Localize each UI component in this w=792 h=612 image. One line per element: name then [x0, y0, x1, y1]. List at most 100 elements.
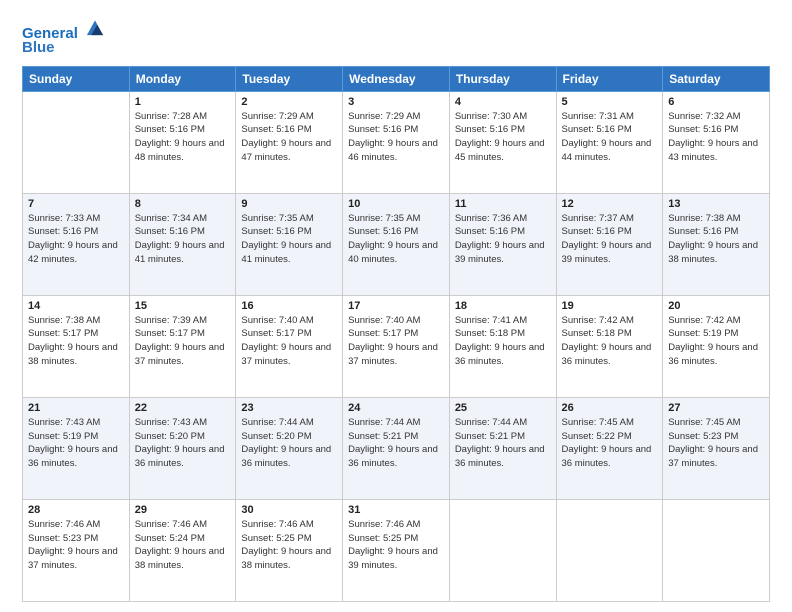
calendar-cell: 21Sunrise: 7:43 AMSunset: 5:19 PMDayligh…	[23, 397, 130, 499]
cell-info: Sunrise: 7:46 AMSunset: 5:24 PMDaylight:…	[135, 518, 231, 573]
day-header-saturday: Saturday	[663, 66, 770, 91]
cell-date: 10	[348, 198, 444, 210]
cell-date: 15	[135, 300, 231, 312]
calendar-cell: 13Sunrise: 7:38 AMSunset: 5:16 PMDayligh…	[663, 193, 770, 295]
cell-info: Sunrise: 7:42 AMSunset: 5:18 PMDaylight:…	[562, 314, 658, 369]
calendar-cell	[556, 499, 663, 601]
cell-date: 4	[455, 96, 551, 108]
header: General Blue	[22, 18, 770, 56]
cell-date: 2	[241, 96, 337, 108]
calendar-cell: 29 Sunrise: 7:46 AMSunset: 5:24 PMDayligh…	[129, 499, 236, 601]
cell-date: 12	[562, 198, 658, 210]
week-row-0: 1 Sunrise: 7:28 AMSunset: 5:16 PMDaylight…	[23, 91, 770, 193]
calendar-cell: 18 Sunrise: 7:41 AMSunset: 5:18 PMDayligh…	[449, 295, 556, 397]
calendar-cell: 20 Sunrise: 7:42 AMSunset: 5:19 PMDayligh…	[663, 295, 770, 397]
cell-date: 5	[562, 96, 658, 108]
cell-info: Sunrise: 7:29 AMSunset: 5:16 PMDaylight:…	[241, 110, 337, 165]
calendar-cell: 27 Sunrise: 7:45 AMSunset: 5:23 PMDayligh…	[663, 397, 770, 499]
week-row-3: 21Sunrise: 7:43 AMSunset: 5:19 PMDayligh…	[23, 397, 770, 499]
calendar-cell: 22 Sunrise: 7:43 AMSunset: 5:20 PMDayligh…	[129, 397, 236, 499]
calendar-cell: 9Sunrise: 7:35 AMSunset: 5:16 PMDaylight…	[236, 193, 343, 295]
cell-info: Sunrise: 7:29 AMSunset: 5:16 PMDaylight:…	[348, 110, 444, 165]
calendar-cell: 8 Sunrise: 7:34 AMSunset: 5:16 PMDaylight…	[129, 193, 236, 295]
calendar-cell: 2 Sunrise: 7:29 AMSunset: 5:16 PMDaylight…	[236, 91, 343, 193]
page: General Blue SundayMondayTuesdayWednesda…	[0, 0, 792, 612]
calendar-cell	[663, 499, 770, 601]
day-header-friday: Friday	[556, 66, 663, 91]
calendar-cell	[449, 499, 556, 601]
cell-date: 24	[348, 402, 444, 414]
calendar-cell: 11 Sunrise: 7:36 AMSunset: 5:16 PMDayligh…	[449, 193, 556, 295]
calendar-cell: 5 Sunrise: 7:31 AMSunset: 5:16 PMDaylight…	[556, 91, 663, 193]
cell-info: Sunrise: 7:44 AMSunset: 5:21 PMDaylight:…	[455, 416, 551, 471]
cell-date: 27	[668, 402, 764, 414]
cell-date: 7	[28, 198, 124, 210]
cell-date: 25	[455, 402, 551, 414]
cell-info: Sunrise: 7:44 AMSunset: 5:20 PMDaylight:…	[241, 416, 337, 471]
cell-info: Sunrise: 7:30 AMSunset: 5:16 PMDaylight:…	[455, 110, 551, 165]
cell-date: 26	[562, 402, 658, 414]
cell-date: 28	[28, 504, 124, 516]
cell-date: 13	[668, 198, 764, 210]
calendar-cell: 23 Sunrise: 7:44 AMSunset: 5:20 PMDayligh…	[236, 397, 343, 499]
day-header-sunday: Sunday	[23, 66, 130, 91]
cell-info: Sunrise: 7:32 AMSunset: 5:16 PMDaylight:…	[668, 110, 764, 165]
cell-date: 20	[668, 300, 764, 312]
cell-info: Sunrise: 7:39 AMSunset: 5:17 PMDaylight:…	[135, 314, 231, 369]
calendar-header-row: SundayMondayTuesdayWednesdayThursdayFrid…	[23, 66, 770, 91]
calendar-cell: 14Sunrise: 7:38 AMSunset: 5:17 PMDayligh…	[23, 295, 130, 397]
cell-date: 16	[241, 300, 337, 312]
calendar-cell: 15 Sunrise: 7:39 AMSunset: 5:17 PMDayligh…	[129, 295, 236, 397]
calendar-cell: 26 Sunrise: 7:45 AMSunset: 5:22 PMDayligh…	[556, 397, 663, 499]
cell-info: Sunrise: 7:31 AMSunset: 5:16 PMDaylight:…	[562, 110, 658, 165]
logo-icon	[84, 16, 106, 38]
cell-date: 23	[241, 402, 337, 414]
cell-date: 29	[135, 504, 231, 516]
cell-date: 3	[348, 96, 444, 108]
cell-info: Sunrise: 7:36 AMSunset: 5:16 PMDaylight:…	[455, 212, 551, 267]
cell-date: 8	[135, 198, 231, 210]
cell-info: Sunrise: 7:34 AMSunset: 5:16 PMDaylight:…	[135, 212, 231, 267]
cell-date: 18	[455, 300, 551, 312]
cell-date: 22	[135, 402, 231, 414]
cell-info: Sunrise: 7:46 AMSunset: 5:23 PMDaylight:…	[28, 518, 124, 573]
calendar-cell: 17Sunrise: 7:40 AMSunset: 5:17 PMDayligh…	[343, 295, 450, 397]
cell-info: Sunrise: 7:45 AMSunset: 5:22 PMDaylight:…	[562, 416, 658, 471]
calendar-cell: 19 Sunrise: 7:42 AMSunset: 5:18 PMDayligh…	[556, 295, 663, 397]
calendar-cell	[23, 91, 130, 193]
week-row-1: 7 Sunrise: 7:33 AMSunset: 5:16 PMDaylight…	[23, 193, 770, 295]
cell-info: Sunrise: 7:43 AMSunset: 5:20 PMDaylight:…	[135, 416, 231, 471]
cell-date: 1	[135, 96, 231, 108]
cell-info: Sunrise: 7:33 AMSunset: 5:16 PMDaylight:…	[28, 212, 124, 267]
calendar-cell: 25 Sunrise: 7:44 AMSunset: 5:21 PMDayligh…	[449, 397, 556, 499]
day-header-wednesday: Wednesday	[343, 66, 450, 91]
week-row-2: 14Sunrise: 7:38 AMSunset: 5:17 PMDayligh…	[23, 295, 770, 397]
cell-info: Sunrise: 7:41 AMSunset: 5:18 PMDaylight:…	[455, 314, 551, 369]
day-header-monday: Monday	[129, 66, 236, 91]
logo: General Blue	[22, 18, 106, 56]
calendar-cell: 10 Sunrise: 7:35 AMSunset: 5:16 PMDayligh…	[343, 193, 450, 295]
calendar-cell: 6Sunrise: 7:32 AMSunset: 5:16 PMDaylight…	[663, 91, 770, 193]
cell-info: Sunrise: 7:45 AMSunset: 5:23 PMDaylight:…	[668, 416, 764, 471]
calendar-cell: 12 Sunrise: 7:37 AMSunset: 5:16 PMDayligh…	[556, 193, 663, 295]
cell-date: 19	[562, 300, 658, 312]
calendar-cell: 31 Sunrise: 7:46 AMSunset: 5:25 PMDayligh…	[343, 499, 450, 601]
calendar-cell: 28 Sunrise: 7:46 AMSunset: 5:23 PMDayligh…	[23, 499, 130, 601]
cell-date: 21	[28, 402, 124, 414]
cell-date: 17	[348, 300, 444, 312]
cell-info: Sunrise: 7:35 AMSunset: 5:16 PMDaylight:…	[348, 212, 444, 267]
calendar-cell: 4 Sunrise: 7:30 AMSunset: 5:16 PMDaylight…	[449, 91, 556, 193]
cell-info: Sunrise: 7:40 AMSunset: 5:17 PMDaylight:…	[241, 314, 337, 369]
cell-info: Sunrise: 7:46 AMSunset: 5:25 PMDaylight:…	[348, 518, 444, 573]
cell-info: Sunrise: 7:42 AMSunset: 5:19 PMDaylight:…	[668, 314, 764, 369]
cell-date: 31	[348, 504, 444, 516]
calendar-cell: 24Sunrise: 7:44 AMSunset: 5:21 PMDayligh…	[343, 397, 450, 499]
calendar-cell: 1 Sunrise: 7:28 AMSunset: 5:16 PMDaylight…	[129, 91, 236, 193]
cell-date: 30	[241, 504, 337, 516]
cell-date: 11	[455, 198, 551, 210]
cell-info: Sunrise: 7:28 AMSunset: 5:16 PMDaylight:…	[135, 110, 231, 165]
cell-info: Sunrise: 7:38 AMSunset: 5:17 PMDaylight:…	[28, 314, 124, 369]
calendar-cell: 16 Sunrise: 7:40 AMSunset: 5:17 PMDayligh…	[236, 295, 343, 397]
calendar-cell: 7 Sunrise: 7:33 AMSunset: 5:16 PMDaylight…	[23, 193, 130, 295]
cell-info: Sunrise: 7:37 AMSunset: 5:16 PMDaylight:…	[562, 212, 658, 267]
